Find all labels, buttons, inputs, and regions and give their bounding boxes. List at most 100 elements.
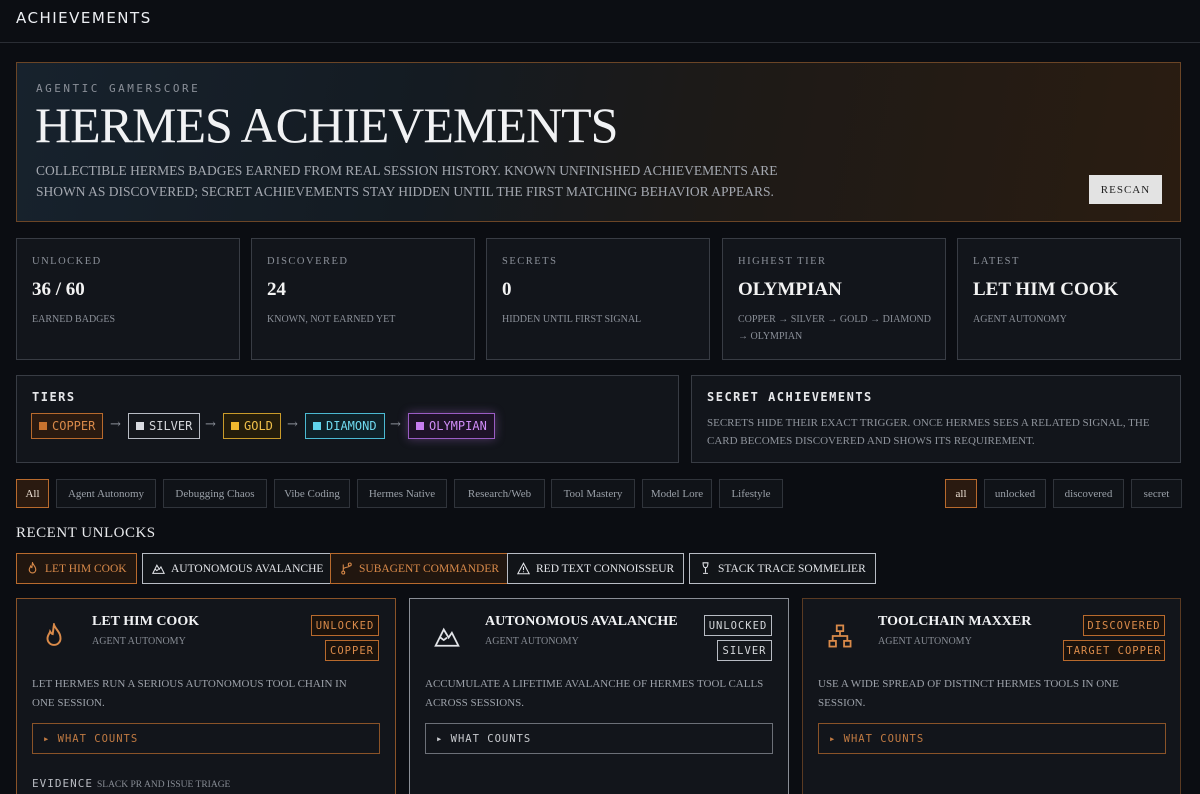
- status-badge: UNLOCKED: [311, 615, 379, 636]
- what-counts-toggle[interactable]: ▸ WHAT COUNTS: [32, 723, 380, 754]
- filter-hermes-native[interactable]: Hermes Native: [357, 479, 447, 508]
- stat-value: 24: [267, 279, 286, 300]
- stat-sub: KNOWN, NOT EARNED YET: [267, 314, 396, 325]
- card-category: AGENT AUTONOMY: [92, 636, 186, 647]
- stat-label: DISCOVERED: [267, 256, 349, 267]
- tier-label: DIAMOND: [326, 419, 377, 433]
- recent-unlock-red-text-connoisseur[interactable]: RED TEXT CONNOISSEUR: [507, 553, 685, 584]
- achievement-card-toolchain-maxxer[interactable]: TOOLCHAIN MAXXER AGENT AUTONOMY DISCOVER…: [802, 598, 1181, 794]
- what-counts-toggle[interactable]: ▸ WHAT COUNTS: [425, 723, 773, 754]
- tier-swatch: [313, 422, 321, 430]
- stat-secrets: SECRETS 0 HIDDEN UNTIL FIRST SIGNAL: [486, 238, 710, 360]
- hero-kicker: AGENTIC GAMERSCORE: [36, 82, 201, 95]
- recent-unlock-stack-trace-sommelier[interactable]: STACK TRACE SOMMELIER: [689, 553, 876, 584]
- card-description: Accumulate a lifetime avalanche of Herme…: [425, 678, 764, 709]
- recent-unlock-autonomous-avalanche[interactable]: AUTONOMOUS AVALANCHE: [142, 553, 334, 584]
- network-icon: [828, 624, 852, 648]
- tier-arrow: →: [205, 417, 216, 432]
- filter-vibe-coding[interactable]: Vibe Coding: [274, 479, 350, 508]
- secret-heading: SECRET ACHIEVEMENTS: [707, 390, 873, 404]
- stat-value: LET HIM COOK: [973, 279, 1119, 300]
- recent-unlock-label: SUBAGENT COMMANDER: [359, 562, 500, 575]
- tier-badge: TARGET COPPER: [1063, 640, 1165, 661]
- stat-label: UNLOCKED: [32, 256, 102, 267]
- stat-label: LATEST: [973, 256, 1020, 267]
- achievement-card-let-him-cook[interactable]: LET HIM COOK AGENT AUTONOMY UNLOCKED COP…: [16, 598, 396, 794]
- filter-agent-autonomy[interactable]: Agent Autonomy: [56, 479, 156, 508]
- recent-unlock-let-him-cook[interactable]: LET HIM COOK: [16, 553, 137, 584]
- status-filter-all[interactable]: all: [945, 479, 977, 508]
- recent-unlock-label: STACK TRACE SOMMELIER: [718, 562, 866, 575]
- flame-icon: [28, 562, 37, 574]
- stat-label: HIGHEST TIER: [738, 256, 827, 267]
- stat-highest-tier: HIGHEST TIER OLYMPIAN COPPER → SILVER → …: [722, 238, 946, 360]
- card-title: LET HIM COOK: [92, 614, 200, 629]
- stat-sub: HIDDEN UNTIL FIRST SIGNAL: [502, 314, 642, 325]
- filter-lifestyle[interactable]: Lifestyle: [719, 479, 783, 508]
- recent-unlock-subagent-commander[interactable]: SUBAGENT COMMANDER: [330, 553, 510, 584]
- mountain-icon: [434, 627, 460, 647]
- tier-swatch: [136, 422, 144, 430]
- hero-banner: AGENTIC GAMERSCORE HERMES ACHIEVEMENTS C…: [16, 62, 1181, 222]
- status-filter-discovered[interactable]: discovered: [1053, 479, 1124, 508]
- page-title: HERMES ACHIEVEMENTS: [35, 97, 618, 153]
- status-filter-secret[interactable]: secret: [1131, 479, 1182, 508]
- hero-description: Collectible Hermes badges earned from re…: [36, 163, 778, 199]
- card-category: AGENT AUTONOMY: [485, 636, 579, 647]
- stat-sub: AGENT AUTONOMY: [973, 314, 1067, 325]
- tier-silver: SILVER: [128, 413, 201, 439]
- secret-achievements-panel: SECRET ACHIEVEMENTS SECRETS HIDE THEIR E…: [691, 375, 1181, 463]
- tier-badge: COPPER: [325, 640, 379, 661]
- flame-icon: [46, 623, 62, 646]
- card-category: AGENT AUTONOMY: [878, 636, 972, 647]
- status-badge: DISCOVERED: [1083, 615, 1165, 636]
- app-title: ACHIEVEMENTS: [16, 9, 152, 27]
- stat-sub: EARNED BADGES: [32, 314, 116, 325]
- card-title: TOOLCHAIN MAXXER: [878, 614, 1032, 629]
- tier-olympian: OLYMPIAN: [408, 413, 495, 439]
- tier-swatch: [39, 422, 47, 430]
- stat-value: 0: [502, 279, 512, 300]
- stat-latest: LATEST LET HIM COOK AGENT AUTONOMY: [957, 238, 1181, 360]
- tier-label: SILVER: [149, 419, 193, 433]
- what-counts-toggle[interactable]: ▸ WHAT COUNTS: [818, 723, 1166, 754]
- secret-text: SECRETS HIDE THEIR EXACT TRIGGER. ONCE H…: [707, 417, 1150, 447]
- mountain-icon: [152, 564, 165, 574]
- tier-label: COPPER: [52, 419, 96, 433]
- tier-copper: COPPER: [31, 413, 104, 439]
- status-badge: UNLOCKED: [704, 615, 772, 636]
- stat-value: OLYMPIAN: [738, 279, 842, 300]
- stat-unlocked: UNLOCKED 36 / 60 EARNED BADGES: [16, 238, 240, 360]
- achievement-card-autonomous-avalanche[interactable]: AUTONOMOUS AVALANCHE AGENT AUTONOMY UNLO…: [409, 598, 789, 794]
- recent-unlock-label: LET HIM COOK: [45, 562, 127, 575]
- filter-research-web[interactable]: Research/Web: [454, 479, 545, 508]
- evidence-label: EVIDENCE: [32, 777, 93, 790]
- recent-unlocks-heading: RECENT UNLOCKS: [16, 525, 156, 541]
- tier-diamond: DIAMOND: [305, 413, 385, 439]
- stat-discovered: DISCOVERED 24 KNOWN, NOT EARNED YET: [251, 238, 475, 360]
- tier-arrow: →: [390, 417, 401, 432]
- rescan-button[interactable]: RESCAN: [1089, 175, 1162, 204]
- recent-unlock-label: AUTONOMOUS AVALANCHE: [171, 562, 324, 575]
- tier-swatch: [416, 422, 424, 430]
- filter-all[interactable]: All: [16, 479, 49, 508]
- tiers-heading: TIERS: [32, 390, 76, 404]
- recent-unlock-label: RED TEXT CONNOISSEUR: [536, 562, 675, 575]
- tier-badge: SILVER: [717, 640, 772, 661]
- card-description: Use a wide spread of distinct Hermes too…: [818, 678, 1119, 709]
- tier-arrow: →: [287, 417, 298, 432]
- tier-label: OLYMPIAN: [429, 419, 487, 433]
- evidence-value: SLACK PR AND ISSUE TRIAGE: [96, 780, 231, 790]
- tier-swatch: [231, 422, 239, 430]
- evidence: EVIDENCE SLACK PR AND ISSUE TRIAGE: [32, 777, 230, 790]
- filter-debugging-chaos[interactable]: Debugging Chaos: [163, 479, 267, 508]
- status-filter-unlocked[interactable]: unlocked: [984, 479, 1046, 508]
- card-title: AUTONOMOUS AVALANCHE: [485, 614, 678, 629]
- filter-tool-mastery[interactable]: Tool Mastery: [551, 479, 635, 508]
- warning-icon: [517, 562, 530, 575]
- top-bar: ACHIEVEMENTS: [0, 0, 1200, 43]
- tier-gold: GOLD: [223, 413, 281, 439]
- stat-sub: COPPER → SILVER → GOLD → DIAMOND → OLYMP…: [738, 314, 931, 342]
- filter-model-lore[interactable]: Model Lore: [642, 479, 712, 508]
- stat-label: SECRETS: [502, 256, 558, 267]
